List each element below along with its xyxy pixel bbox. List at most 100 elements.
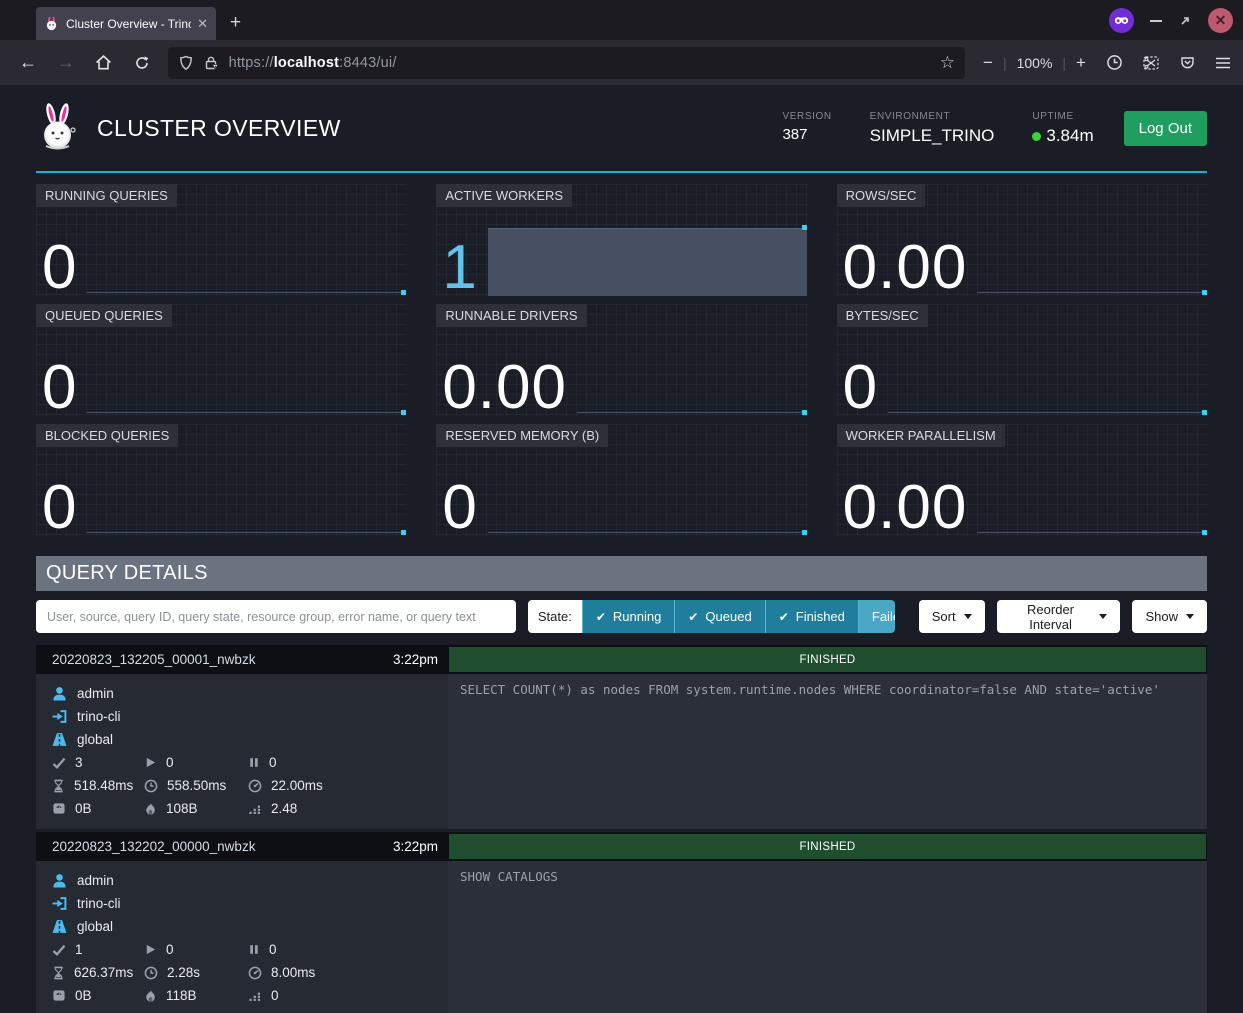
state-filter-button[interactable]: ✔ Finished bbox=[765, 600, 858, 633]
reorder-interval-button[interactable]: Reorder Interval bbox=[997, 600, 1121, 633]
queued-time: 518.48ms bbox=[74, 778, 133, 793]
cpu-time: 8.00ms bbox=[271, 965, 315, 980]
zoom-out-button[interactable]: − bbox=[983, 53, 993, 73]
stat-tile-value: 0 bbox=[36, 479, 77, 536]
query-source: trino-cli bbox=[77, 896, 121, 911]
query-details-header: QUERY DETAILS bbox=[36, 556, 1207, 591]
sparkline-dot bbox=[802, 410, 807, 415]
current-memory: 0B bbox=[75, 988, 92, 1003]
stat-tile-value: 0 bbox=[36, 239, 77, 296]
query-stats-grid: 1 0 0 626.37ms 2.28s 8.00ms 0B 118B 0 bbox=[52, 938, 448, 1007]
sparkline-line bbox=[87, 412, 401, 413]
sparkline-line bbox=[888, 412, 1202, 413]
environment-value: SIMPLE_TRINO bbox=[870, 126, 995, 146]
environment-block: ENVIRONMENT SIMPLE_TRINO bbox=[870, 111, 995, 146]
state-filter-button[interactable]: Failed bbox=[858, 600, 895, 633]
queued-splits: 0 bbox=[269, 755, 277, 770]
uptime-value: 3.84m bbox=[1046, 126, 1093, 145]
queued-splits: 0 bbox=[269, 942, 277, 957]
query-row: 20220823_132202_00000_nwbzk 3:22pm FINIS… bbox=[36, 832, 1207, 1013]
new-tab-button[interactable]: + bbox=[230, 12, 241, 34]
stat-tile-value: 0.00 bbox=[837, 479, 968, 536]
stat-tile-label: RUNNING QUERIES bbox=[36, 184, 177, 207]
trino-bunny-logo bbox=[36, 102, 80, 154]
check-icon: ✔ bbox=[596, 610, 606, 624]
resource-group-road-icon bbox=[52, 919, 67, 934]
screenshot-scissors-icon[interactable] bbox=[1142, 55, 1160, 71]
bookmark-star-icon[interactable]: ☆ bbox=[940, 53, 955, 73]
state-filter-button[interactable]: ✔ Queued bbox=[674, 600, 764, 633]
zoom-level[interactable]: 100% bbox=[1017, 55, 1053, 71]
cumulative-memory: 118B bbox=[166, 988, 197, 1003]
sparkline-chart bbox=[977, 184, 1207, 296]
parallelism-chart-icon bbox=[248, 802, 262, 815]
pocket-icon[interactable] bbox=[1179, 55, 1196, 71]
window-close-button[interactable]: ✕ bbox=[1208, 8, 1233, 33]
stat-tile: RUNNABLE DRIVERS 0.00 bbox=[436, 304, 806, 416]
completed-splits-check-icon bbox=[52, 943, 66, 957]
lock-warning-icon[interactable] bbox=[203, 55, 220, 71]
state-filter-button[interactable]: ✔ Running bbox=[582, 600, 675, 633]
caret-down-icon bbox=[1186, 614, 1194, 619]
current-memory: 0B bbox=[75, 801, 92, 816]
elapsed-time-clock-icon bbox=[144, 779, 158, 793]
cumulative-memory-fire-icon bbox=[144, 802, 157, 816]
query-id-link[interactable]: 20220823_132202_00000_nwbzk bbox=[52, 839, 255, 854]
stat-tile: BLOCKED QUERIES 0 bbox=[36, 424, 406, 536]
menu-hamburger-icon[interactable] bbox=[1215, 56, 1231, 70]
stat-tile: RUNNING QUERIES 0 bbox=[36, 184, 406, 296]
window-restore-button[interactable] bbox=[1178, 14, 1192, 28]
queued-splits-pause-icon bbox=[248, 943, 260, 956]
caret-down-icon bbox=[964, 614, 972, 619]
tracking-shield-icon[interactable] bbox=[178, 55, 194, 71]
stat-tile-label: QUEUED QUERIES bbox=[36, 304, 172, 327]
reload-button[interactable] bbox=[126, 48, 158, 78]
stat-tile-label: BLOCKED QUERIES bbox=[36, 424, 178, 447]
running-splits: 0 bbox=[166, 755, 174, 770]
private-browsing-icon bbox=[1109, 8, 1134, 33]
query-id-link[interactable]: 20220823_132205_00001_nwbzk bbox=[52, 652, 255, 667]
cluster-header: CLUSTER OVERVIEW VERSION 387 ENVIRONMENT… bbox=[36, 85, 1207, 173]
stat-tile: ROWS/SEC 0.00 bbox=[837, 184, 1207, 296]
user-icon bbox=[52, 686, 67, 701]
sort-button[interactable]: Sort bbox=[919, 600, 985, 633]
back-button[interactable]: ← bbox=[12, 48, 44, 78]
state-button-group: State: ✔ Running ✔ Queued ✔ Finished Fai… bbox=[528, 600, 895, 633]
show-button[interactable]: Show bbox=[1132, 600, 1207, 633]
stats-grid: RUNNING QUERIES 0 ACTIVE WORKERS 1 ROWS/… bbox=[36, 184, 1207, 536]
stat-tile-value: 1 bbox=[436, 239, 477, 296]
query-resource-group: global bbox=[77, 919, 113, 934]
zoom-in-button[interactable]: + bbox=[1076, 53, 1086, 73]
queued-time-hourglass-icon bbox=[52, 966, 65, 980]
uptime-block: UPTIME 3.84m bbox=[1032, 111, 1093, 146]
query-time: 3:22pm bbox=[393, 652, 438, 667]
url-bar[interactable]: https://localhost:8443/ui/ ☆ bbox=[168, 47, 965, 79]
sparkline-dot bbox=[401, 290, 406, 295]
query-search-input[interactable] bbox=[36, 600, 516, 633]
cpu-time-gauge-icon bbox=[248, 966, 262, 980]
query-meta-panel: admin trino-cli global 3 0 0 518.48ms 55… bbox=[36, 674, 448, 829]
sparkline-dot bbox=[802, 530, 807, 535]
query-list: 20220823_132205_00001_nwbzk 3:22pm FINIS… bbox=[36, 645, 1207, 1013]
logout-button[interactable]: Log Out bbox=[1124, 111, 1207, 146]
browser-tab[interactable]: Cluster Overview - Trino ✕ bbox=[36, 7, 216, 40]
source-sign-in-icon bbox=[52, 709, 67, 724]
history-clock-icon[interactable] bbox=[1106, 54, 1123, 71]
forward-button[interactable]: → bbox=[50, 48, 82, 78]
sparkline-line bbox=[577, 412, 802, 413]
tab-close-icon[interactable]: ✕ bbox=[197, 16, 208, 32]
caret-down-icon bbox=[1099, 614, 1107, 619]
check-icon: ✔ bbox=[779, 610, 789, 624]
sparkline-line bbox=[87, 292, 401, 293]
sparkline-dot bbox=[1202, 410, 1207, 415]
sparkline-line bbox=[87, 532, 401, 533]
browser-navbar: ← → https://localhost:8443/ui/ ☆ − | 100… bbox=[0, 40, 1243, 85]
query-row: 20220823_132205_00001_nwbzk 3:22pm FINIS… bbox=[36, 645, 1207, 829]
query-time: 3:22pm bbox=[393, 839, 438, 854]
window-minimize-button[interactable] bbox=[1150, 20, 1162, 22]
query-row-header: 20220823_132202_00000_nwbzk 3:22pm bbox=[36, 832, 448, 861]
sparkline-dot bbox=[802, 225, 807, 230]
home-button[interactable] bbox=[88, 48, 120, 78]
elapsed-time: 2.28s bbox=[167, 965, 200, 980]
sparkline-dot bbox=[401, 410, 406, 415]
